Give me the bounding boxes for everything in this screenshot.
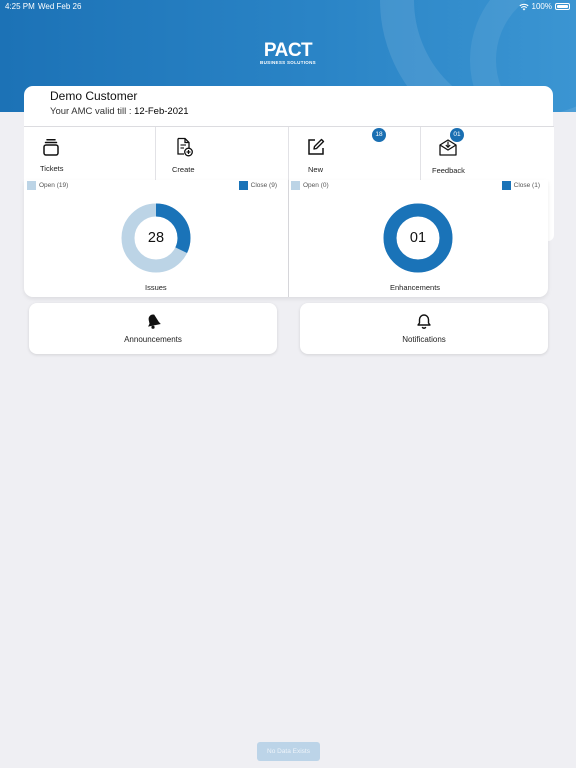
tab-tickets-label: Tickets: [40, 164, 64, 173]
enhancements-donut-chart: 01: [383, 203, 453, 273]
amc-validity: Your AMC valid till : 12-Feb-2021: [50, 106, 189, 117]
customer-name: Demo Customer: [50, 89, 138, 103]
announcements-label: Announcements: [124, 335, 182, 344]
enhancements-total: 01: [409, 230, 427, 246]
ticket-tabs: Tickets Create New 18 Feedback 01: [24, 126, 554, 181]
legend-swatch-close: [501, 181, 511, 190]
legend-close: Close (1): [501, 181, 540, 190]
legend-open: Open (0): [291, 181, 329, 190]
document-add-icon: [177, 137, 193, 157]
edit-icon: [308, 138, 325, 155]
amc-date: 12-Feb-2021: [134, 106, 189, 117]
tab-new[interactable]: New 18: [289, 127, 421, 181]
issues-donut-chart: 28: [121, 203, 191, 273]
battery-percent: 100%: [531, 2, 552, 11]
tab-new-label: New: [308, 165, 324, 174]
customer-card: Demo Customer Your AMC valid till : 12-F…: [24, 86, 553, 126]
legend-swatch-open: [27, 181, 36, 190]
bell-filled-icon: [148, 314, 161, 329]
status-date: Wed Feb 26: [38, 2, 82, 11]
battery-icon: [555, 3, 570, 10]
legend-swatch-close: [238, 181, 248, 190]
status-indicators: 100%: [518, 2, 570, 11]
announcements-button[interactable]: Announcements: [29, 303, 277, 354]
issues-total: 28: [147, 230, 165, 246]
issues-label: Issues: [145, 283, 167, 292]
legend-close-label: Close (1): [513, 182, 540, 189]
legend-swatch-open: [291, 181, 300, 190]
enhancements-label: Enhancements: [390, 283, 441, 292]
bell-outline-icon: [417, 314, 431, 329]
logo-main: PACT: [263, 40, 313, 61]
tab-create-label: Create: [172, 165, 195, 174]
wifi-icon: [518, 3, 529, 10]
status-time: 4:25 PM: [5, 2, 35, 11]
legend-open-label: Open (19): [39, 182, 69, 189]
feedback-count-badge: 01: [450, 128, 464, 142]
no-data-indicator: No Data Exists: [257, 742, 320, 761]
amc-prefix: Your AMC valid till :: [50, 106, 135, 117]
stats-panel: Open (19) Close (9) 28 Issues Open (0) C…: [24, 180, 548, 297]
notifications-label: Notifications: [402, 335, 446, 344]
legend-open-label: Open (0): [303, 182, 329, 189]
status-bar: 4:25 PM Wed Feb 26 100%: [0, 0, 576, 14]
notifications-button[interactable]: Notifications: [300, 303, 548, 354]
tab-feedback-label: Feedback: [432, 166, 465, 175]
logo-sub: BUSINESS SOLUTIONS: [260, 60, 316, 65]
new-count-badge: 18: [372, 128, 386, 142]
tab-feedback[interactable]: Feedback 01: [421, 127, 554, 181]
tab-tickets[interactable]: Tickets: [24, 127, 156, 181]
legend-open: Open (19): [27, 181, 68, 190]
legend-close-label: Close (9): [250, 182, 277, 189]
issues-panel[interactable]: Open (19) Close (9) 28 Issues: [24, 180, 288, 297]
enhancements-panel[interactable]: Open (0) Close (1) 01 Enhancements: [289, 180, 548, 297]
company-logo: PACT BUSINESS SOLUTIONS: [0, 40, 576, 66]
stack-icon: [43, 139, 59, 156]
legend-close: Close (9): [238, 181, 277, 190]
tab-create[interactable]: Create: [156, 127, 289, 181]
